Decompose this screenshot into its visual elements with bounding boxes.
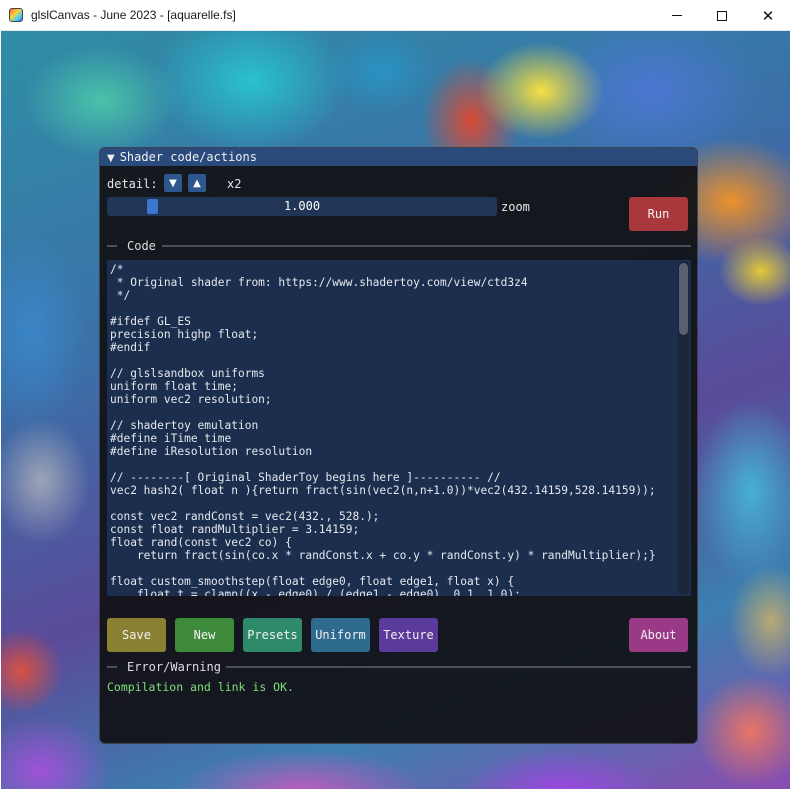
- code-line[interactable]: return fract(sin(co.x * randConst.x + co…: [110, 549, 677, 562]
- zoom-value: 1.000: [283, 199, 321, 213]
- code-line[interactable]: // --------[ Original ShaderToy begins h…: [110, 471, 677, 484]
- close-button[interactable]: ✕: [745, 0, 791, 31]
- code-scrollbar[interactable]: [678, 261, 689, 595]
- code-line[interactable]: [110, 302, 677, 315]
- code-line[interactable]: uniform vec2 resolution;: [110, 393, 677, 406]
- app-icon: [9, 8, 23, 22]
- code-line[interactable]: /*: [110, 263, 677, 276]
- maximize-icon: [717, 10, 727, 21]
- maximize-button[interactable]: [699, 0, 745, 31]
- presets-button[interactable]: Presets: [243, 618, 302, 652]
- code-line[interactable]: float rand(const vec2 co) {: [110, 536, 677, 549]
- zoom-slider[interactable]: 1.000: [107, 197, 497, 216]
- uniform-button[interactable]: Uniform: [311, 618, 370, 652]
- title-bar: glslCanvas - June 2023 - [aquarelle.fs] …: [0, 0, 791, 31]
- shader-code-panel: ▼ Shader code/actions detail: ▼ ▲ x2 1.00…: [99, 147, 698, 744]
- code-scrollbar-thumb[interactable]: [679, 263, 688, 335]
- code-separator-left: [107, 245, 117, 247]
- zoom-label: zoom: [501, 200, 530, 214]
- error-separator-left: [107, 666, 117, 668]
- code-line[interactable]: * Original shader from: https://www.shad…: [110, 276, 677, 289]
- panel-title: Shader code/actions: [119, 150, 257, 164]
- code-line[interactable]: [110, 458, 677, 471]
- collapse-arrow-icon[interactable]: ▼: [107, 153, 115, 164]
- code-line[interactable]: [110, 562, 677, 575]
- code-line[interactable]: const vec2 randConst = vec2(432., 528.);: [110, 510, 677, 523]
- code-editor[interactable]: /* * Original shader from: https://www.s…: [107, 260, 691, 596]
- code-line[interactable]: #endif: [110, 341, 677, 354]
- code-line[interactable]: float custom_smoothstep(float edge0, flo…: [110, 575, 677, 588]
- minimize-icon: [672, 15, 682, 16]
- detail-value: x2: [227, 177, 242, 191]
- arrow-down-icon: ▼: [169, 177, 177, 189]
- new-button[interactable]: New: [175, 618, 234, 652]
- code-line[interactable]: */: [110, 289, 677, 302]
- code-line[interactable]: const float randMultiplier = 3.14159;: [110, 523, 677, 536]
- about-button[interactable]: About: [629, 618, 688, 652]
- panel-header[interactable]: ▼ Shader code/actions: [100, 148, 697, 166]
- error-section-label: Error/Warning: [127, 660, 221, 674]
- compile-status: Compilation and link is OK.: [107, 680, 294, 694]
- detail-increase-button[interactable]: ▲: [188, 174, 206, 192]
- window-title: glslCanvas - June 2023 - [aquarelle.fs]: [31, 8, 236, 22]
- texture-button[interactable]: Texture: [379, 618, 438, 652]
- code-line[interactable]: #ifdef GL_ES: [110, 315, 677, 328]
- code-line[interactable]: #define iResolution resolution: [110, 445, 677, 458]
- save-button[interactable]: Save: [107, 618, 166, 652]
- code-section-label: Code: [127, 239, 156, 253]
- code-line[interactable]: // shadertoy emulation: [110, 419, 677, 432]
- code-line[interactable]: precision highp float;: [110, 328, 677, 341]
- detail-decrease-button[interactable]: ▼: [164, 174, 182, 192]
- code-line[interactable]: float t = clamp((x - edge0) / (edge1 - e…: [110, 588, 677, 596]
- code-line[interactable]: vec2 hash2( float n ){return fract(sin(v…: [110, 484, 677, 497]
- run-button[interactable]: Run: [629, 197, 688, 231]
- code-line[interactable]: [110, 406, 677, 419]
- code-line[interactable]: [110, 354, 677, 367]
- detail-label: detail:: [107, 177, 158, 191]
- close-icon: ✕: [761, 6, 775, 25]
- code-text[interactable]: /* * Original shader from: https://www.s…: [110, 263, 677, 596]
- error-separator-right: [226, 666, 691, 668]
- code-line[interactable]: #define iTime time: [110, 432, 677, 445]
- minimize-button[interactable]: [654, 0, 700, 31]
- code-separator-right: [162, 245, 691, 247]
- arrow-up-icon: ▲: [193, 177, 201, 189]
- code-line[interactable]: // glslsandbox uniforms: [110, 367, 677, 380]
- code-line[interactable]: uniform float time;: [110, 380, 677, 393]
- code-line[interactable]: [110, 497, 677, 510]
